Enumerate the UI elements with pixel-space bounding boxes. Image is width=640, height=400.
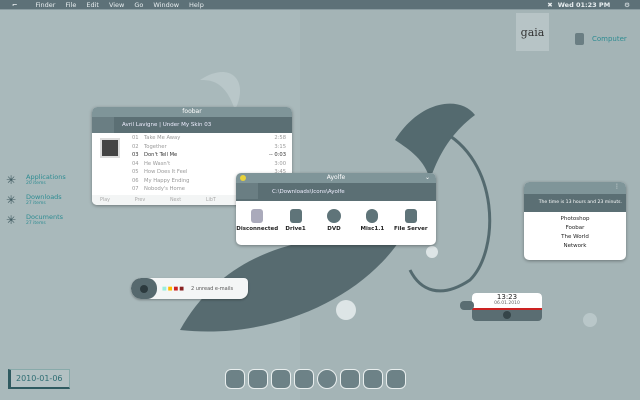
dock <box>225 369 409 389</box>
widget-titlebar: ⋮ <box>524 182 626 194</box>
track-number: 02 <box>132 143 139 150</box>
track-row[interactable]: 01 Take Me Away 2:58 <box>132 134 286 143</box>
status-dots: ■■■■ <box>162 285 185 292</box>
mail-widget: ■■■■ 2 unread e-mails <box>131 278 248 299</box>
track-number: 06 <box>132 177 139 184</box>
unread-mail-text: 2 unread e-mails <box>190 285 234 292</box>
sidebar-item-applications[interactable]: ✳ Applications 20 items <box>6 173 66 187</box>
drive-icon <box>251 209 264 223</box>
menubar-clock[interactable]: Wed 01:23 PM <box>558 1 610 9</box>
starburst-icon: ✳ <box>6 173 17 187</box>
menu-dots-icon[interactable]: ⋮ <box>614 182 620 192</box>
menu-help[interactable]: Help <box>189 1 204 9</box>
mail-icon[interactable] <box>131 278 157 299</box>
foobar-title: foobar <box>92 107 292 117</box>
menu-go[interactable]: Go <box>134 1 143 9</box>
disc-icon <box>326 209 341 223</box>
icon-label: Misc1.1 <box>360 226 385 232</box>
track-time: 3:15 <box>274 143 286 150</box>
server-icon <box>404 209 417 223</box>
date-box: 2010-01-06 <box>8 369 70 389</box>
track-time: 3:00 <box>274 160 286 167</box>
gaia-logo: gaia <box>516 13 549 51</box>
dock-leaf-icon[interactable] <box>225 369 245 389</box>
menu-window[interactable]: Window <box>153 1 179 9</box>
track-title: Take Me Away <box>144 135 181 142</box>
track-title: Don't Tell Me <box>144 152 178 159</box>
icon-dvd[interactable]: DVD <box>316 209 352 232</box>
track-row[interactable]: 03 Don't Tell Me -- 0:03 <box>132 151 286 160</box>
track-row[interactable]: 04 He Wasn't 3:00 <box>132 160 286 169</box>
prev-button[interactable]: Prev <box>135 198 145 203</box>
track-number: 05 <box>132 169 139 176</box>
dock-leaf-dot-icon[interactable] <box>294 369 314 389</box>
track-time: -- 0:03 <box>268 152 286 159</box>
track-title: Together <box>144 143 167 150</box>
track-title: He Wasn't <box>144 160 171 167</box>
bluetooth-icon[interactable]: ✖ <box>547 1 552 9</box>
computer-label[interactable]: Computer <box>592 35 627 43</box>
uptime-widget: ⋮ The time is 13 hours and 23 minuts. Ph… <box>524 182 626 260</box>
clock-widget: 13:23 06.01.2010 <box>472 293 542 321</box>
play-button[interactable]: Play <box>100 198 110 203</box>
dock-shield-icon[interactable] <box>363 369 383 389</box>
icon-disconnected[interactable]: Disconnected <box>236 209 279 232</box>
uptime-item[interactable]: Photoshop <box>524 216 626 225</box>
icon-drive1[interactable]: Drive1 <box>278 209 314 232</box>
menu-finder[interactable]: Finder <box>35 1 55 9</box>
icon-label: DVD <box>327 226 341 232</box>
starburst-icon: ✳ <box>6 193 17 207</box>
uptime-item[interactable]: Foobar <box>524 225 626 234</box>
menu-edit[interactable]: Edit <box>86 1 99 9</box>
icon-misc[interactable]: Misc1.1 <box>354 209 390 232</box>
now-playing: Avril Lavigne | Under My Skin 03 <box>92 117 292 133</box>
path-bar: C:\Downloads\Icons\Ayolfe <box>236 183 436 201</box>
dock-drive-icon[interactable] <box>386 369 406 389</box>
icon-label: File Server <box>393 226 428 232</box>
window-title: Ayolfe <box>326 174 346 181</box>
drive-icon <box>289 209 302 223</box>
track-number: 03 <box>132 152 139 159</box>
starburst-icon: ✳ <box>6 213 17 227</box>
chevron-down-icon[interactable]: ⌄ <box>425 173 430 183</box>
ayolfe-window: Ayolfe ⌄ C:\Downloads\Icons\Ayolfe Discon… <box>236 173 436 245</box>
library-button[interactable]: LibT <box>206 198 216 203</box>
ayolfe-title: Ayolfe ⌄ <box>236 173 436 183</box>
dock-clover-icon[interactable] <box>271 369 291 389</box>
expand-button[interactable] <box>503 311 511 319</box>
icon-label: Disconnected <box>236 226 279 232</box>
close-button[interactable] <box>240 175 246 181</box>
icon-label: Drive1 <box>285 226 306 232</box>
sidebar-item-documents[interactable]: ✳ Documents 27 items <box>6 213 66 227</box>
settings-icon[interactable]: ⚙ <box>624 1 630 9</box>
dock-disc-icon[interactable] <box>317 369 337 389</box>
sidebar-shortcuts: ✳ Applications 20 items ✳ Downloads 27 items… <box>6 173 66 233</box>
uptime-item[interactable]: Network <box>524 243 626 252</box>
next-button[interactable]: Next <box>170 198 181 203</box>
sidebar-item-downloads[interactable]: ✳ Downloads 27 items <box>6 193 66 207</box>
clock-time: 13:23 <box>496 293 518 301</box>
icon-file-server[interactable]: File Server <box>393 209 429 232</box>
computer-drive-icon[interactable] <box>575 33 584 45</box>
menu-bar: ⌐ Finder File Edit View Go Window Help ✖… <box>0 0 640 10</box>
dock-window-icon[interactable] <box>340 369 360 389</box>
clock-date: 06.01.2010 <box>494 301 520 306</box>
clock-tab-icon[interactable] <box>460 301 474 310</box>
track-time: 2:58 <box>274 135 286 142</box>
dock-corner-icon[interactable] <box>248 369 268 389</box>
menu-file[interactable]: File <box>65 1 76 9</box>
uptime-item[interactable]: The World <box>524 234 626 243</box>
track-row[interactable]: 02 Together 3:15 <box>132 143 286 152</box>
track-number: 07 <box>132 186 139 193</box>
apple-menu-icon[interactable]: ⌐ <box>12 1 17 9</box>
clover-icon <box>366 209 379 223</box>
track-number: 04 <box>132 160 139 167</box>
album-art <box>100 138 120 158</box>
track-number: 01 <box>132 135 139 142</box>
menu-view[interactable]: View <box>109 1 124 9</box>
uptime-text: The time is 13 hours and 23 minuts. <box>524 194 626 212</box>
